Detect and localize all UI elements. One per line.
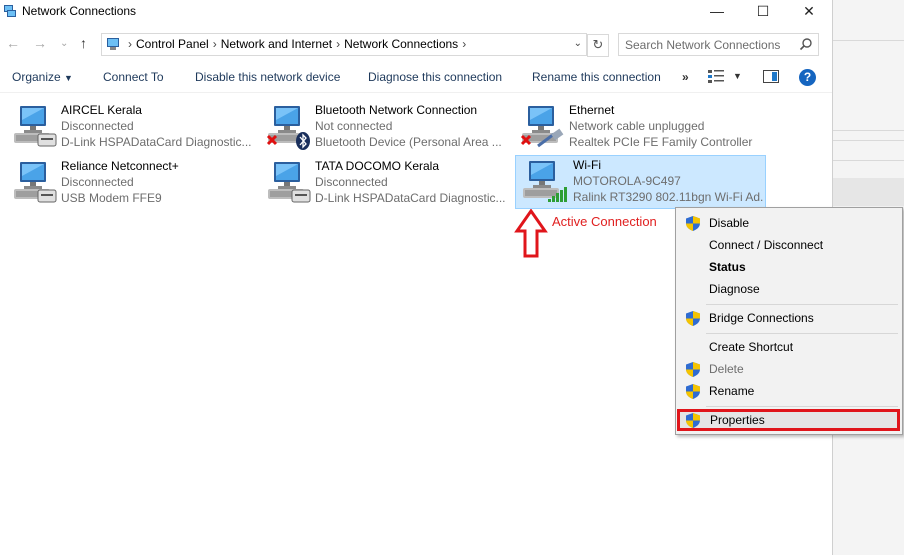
organize-label: Organize (12, 70, 61, 84)
recent-locations-chevron-icon[interactable]: ⌄ (60, 38, 68, 49)
minimize-button[interactable]: — (694, 0, 740, 22)
disable-device-button[interactable]: Disable this network device (195, 70, 340, 84)
connection-name: Ethernet (569, 103, 615, 117)
refresh-button[interactable]: ↻ (587, 34, 609, 57)
breadcrumb: › Control Panel › Network and Internet › Netw… (128, 37, 470, 51)
connection-status: Disconnected (61, 175, 134, 189)
ethernet-icon (520, 106, 564, 148)
breadcrumb-separator-icon[interactable]: › (213, 37, 217, 51)
connection-item[interactable]: TATA DOCOMO Kerala Disconnected D-Link H… (258, 156, 508, 208)
title-bar: Network Connections — ☐ ✕ (0, 0, 832, 24)
menu-item-label: Bridge Connections (709, 311, 814, 325)
search-input[interactable]: Search Network Connections (618, 33, 819, 56)
back-arrow-icon[interactable]: ← (6, 35, 20, 51)
maximize-button[interactable]: ☐ (740, 0, 786, 22)
context-menu: Disable Connect / Disconnect Status Diag… (675, 207, 903, 435)
modem-icon (14, 106, 57, 147)
modem-icon (14, 162, 57, 203)
connection-name: Reliance Netconnect+ (61, 159, 179, 173)
menu-item-connect-disconnect[interactable]: Connect / Disconnect (676, 234, 902, 256)
search-icon[interactable] (799, 37, 813, 51)
up-arrow-annotation-icon (514, 209, 548, 258)
menu-item-diagnose[interactable]: Diagnose (676, 278, 902, 300)
connection-name: Wi-Fi (573, 158, 601, 172)
breadcrumb-network-connections[interactable]: Network Connections (344, 37, 458, 51)
connection-name: AIRCEL Kerala (61, 103, 142, 117)
view-options-chevron-icon[interactable]: ▼ (733, 71, 742, 81)
uac-shield-icon (686, 413, 700, 428)
breadcrumb-control-panel[interactable]: Control Panel (136, 37, 209, 51)
menu-item-delete: Delete (676, 358, 902, 380)
change-view-icon[interactable] (708, 70, 724, 84)
breadcrumb-separator-icon[interactable]: › (128, 37, 132, 51)
menu-item-label: Connect / Disconnect (709, 238, 824, 252)
window-title: Network Connections (22, 4, 137, 18)
connection-status: Disconnected (315, 175, 388, 189)
menu-item-label: Rename (709, 384, 755, 398)
menu-item-rename[interactable]: Rename (676, 380, 902, 402)
uac-shield-icon (686, 216, 700, 231)
command-bar: Organize ▼ Connect To Disable this netwo… (0, 62, 832, 93)
connection-name: Bluetooth Network Connection (315, 103, 478, 117)
uac-shield-icon (686, 362, 700, 377)
more-commands-button[interactable]: » (682, 70, 689, 84)
menu-item-label: Status (709, 260, 746, 274)
menu-separator (706, 333, 898, 334)
menu-item-properties[interactable]: Properties (677, 409, 900, 431)
preview-pane-icon[interactable] (763, 70, 779, 83)
connection-device: USB Modem FFE9 (61, 191, 162, 205)
forward-arrow-icon[interactable]: → (33, 35, 47, 51)
connection-device: Realtek PCIe FE Family Controller (569, 135, 753, 149)
breadcrumb-separator-icon[interactable]: › (336, 37, 340, 51)
organize-menu[interactable]: Organize ▼ (12, 70, 73, 84)
connection-status: Network cable unplugged (569, 119, 705, 133)
wifi-icon (523, 161, 567, 202)
menu-item-label: Disable (709, 216, 750, 230)
menu-item-bridge-connections[interactable]: Bridge Connections (676, 307, 902, 329)
connection-status: MOTOROLA-9C497 (573, 174, 681, 188)
modem-icon (268, 162, 311, 203)
search-placeholder: Search Network Connections (625, 38, 781, 52)
breadcrumb-network-and-internet[interactable]: Network and Internet (221, 37, 332, 51)
active-connection-label: Active Connection (552, 214, 657, 229)
address-dropdown-chevron-icon[interactable]: ⌄ (574, 38, 582, 49)
rename-connection-button[interactable]: Rename this connection (532, 70, 661, 84)
breadcrumb-separator-icon[interactable]: › (462, 37, 466, 51)
connection-name: TATA DOCOMO Kerala (315, 159, 440, 173)
menu-separator (706, 406, 898, 407)
menu-separator (706, 304, 898, 305)
connection-item-selected[interactable]: Wi-Fi MOTOROLA-9C497 Ralink RT3290 802.1… (515, 155, 766, 209)
network-connections-icon (4, 5, 16, 17)
uac-shield-icon (686, 311, 700, 326)
connection-device: D-Link HSPADataCard Diagnostic... (315, 191, 505, 205)
connection-status: Disconnected (61, 119, 134, 133)
address-bar[interactable]: › Control Panel › Network and Internet › Netw… (101, 33, 587, 56)
menu-item-status[interactable]: Status (676, 256, 902, 278)
menu-item-label: Diagnose (709, 282, 760, 296)
help-icon[interactable]: ? (799, 69, 816, 86)
menu-item-label: Create Shortcut (709, 340, 794, 354)
connection-item[interactable]: AIRCEL Kerala Disconnected D-Link HSPADa… (4, 100, 254, 152)
connection-item[interactable]: Reliance Netconnect+ Disconnected USB Mo… (4, 156, 254, 208)
diagnose-connection-button[interactable]: Diagnose this connection (368, 70, 502, 84)
connection-device: D-Link HSPADataCard Diagnostic... (61, 135, 251, 149)
connection-device: Ralink RT3290 802.11bgn Wi-Fi Ad... (573, 190, 763, 204)
connection-item[interactable]: Ethernet Network cable unplugged Realtek… (512, 100, 762, 152)
menu-item-disable[interactable]: Disable (676, 212, 902, 234)
close-button[interactable]: ✕ (786, 0, 832, 22)
menu-item-label: Delete (709, 362, 744, 376)
bluetooth-network-icon (266, 106, 310, 150)
menu-item-create-shortcut[interactable]: Create Shortcut (676, 336, 902, 358)
uac-shield-icon (686, 384, 700, 399)
control-panel-icon (107, 38, 119, 50)
connection-status: Not connected (315, 119, 393, 133)
up-arrow-icon[interactable]: ↑ (80, 35, 87, 51)
connect-to-button[interactable]: Connect To (103, 70, 164, 84)
chevron-down-icon: ▼ (64, 73, 73, 83)
menu-item-label: Properties (710, 413, 765, 427)
connection-item[interactable]: Bluetooth Network Connection Not connect… (258, 100, 508, 152)
connection-device: Bluetooth Device (Personal Area ... (315, 135, 502, 149)
address-row: ← → ⌄ ↑ › Control Panel › Network and Inter… (0, 30, 832, 58)
